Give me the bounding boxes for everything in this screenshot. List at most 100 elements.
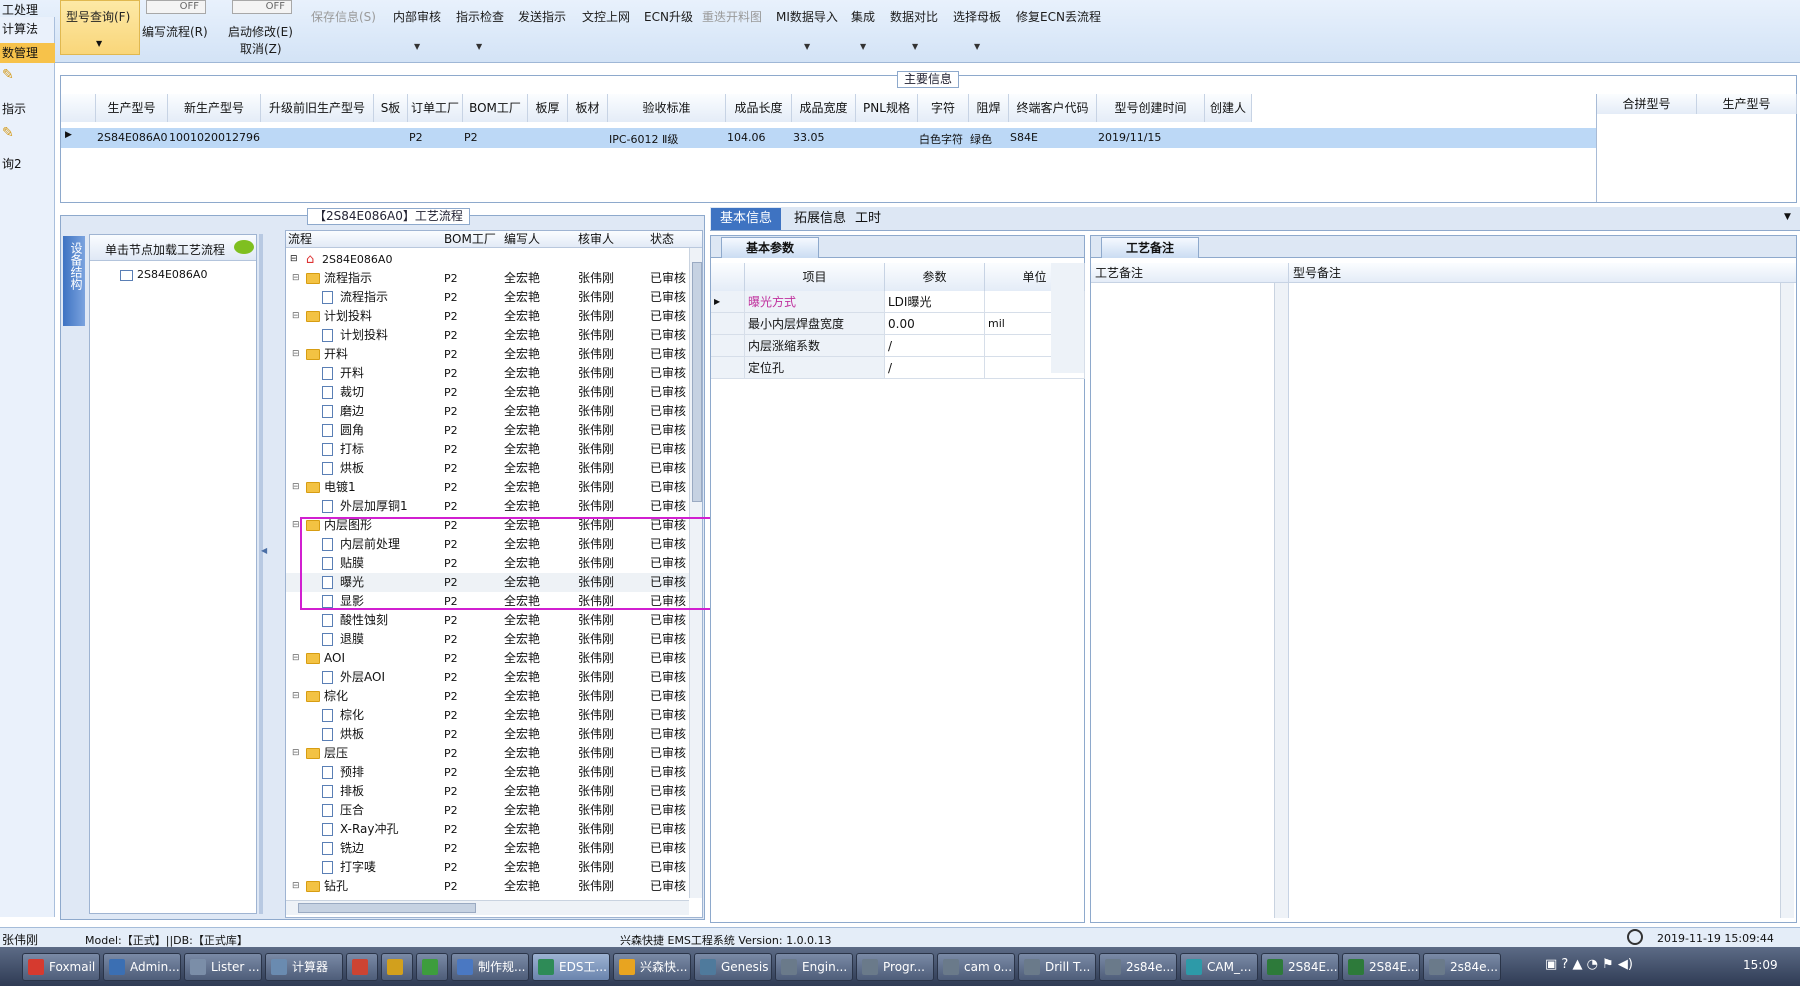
expand-toggle-icon[interactable]: ⊟ xyxy=(292,744,300,763)
tree-row[interactable]: X-Ray冲孔 P2 全宏艳 张伟刚 已审核 xyxy=(286,820,696,839)
taskbar-item[interactable]: 2S84E... xyxy=(1342,953,1420,981)
taskbar-item[interactable] xyxy=(416,953,448,981)
tree-row[interactable]: 打字唛 P2 全宏艳 张伟刚 已审核 xyxy=(286,858,696,877)
taskbar-item[interactable]: Genesis xyxy=(694,953,772,981)
tree-row[interactable]: 铣边 P2 全宏艳 张伟刚 已审核 xyxy=(286,839,696,858)
select-mother-board-button[interactable]: 选择母板 xyxy=(953,8,1001,25)
nav-item[interactable]: 指示 xyxy=(0,99,55,119)
internal-review-button[interactable]: 内部审核 xyxy=(393,8,441,25)
chevron-down-icon[interactable]: ▼ xyxy=(912,42,918,51)
nav-item[interactable]: 工处理 xyxy=(0,0,55,20)
tree-row[interactable]: ⊟ 棕化 P2 全宏艳 张伟刚 已审核 xyxy=(286,687,696,706)
tree-row[interactable]: 压合 P2 全宏艳 张伟刚 已审核 xyxy=(286,801,696,820)
main-col-header[interactable]: BOM工厂 xyxy=(463,94,528,122)
tree-row[interactable]: ⊟ 钻孔 P2 全宏艳 张伟刚 已审核 xyxy=(286,877,696,896)
main-col-header[interactable]: PNL规格 xyxy=(856,94,918,122)
tab-basic-info[interactable]: 基本信息 xyxy=(711,208,782,230)
chevron-down-icon[interactable]: ▼ xyxy=(804,42,810,51)
taskbar-item[interactable]: 2s84e... xyxy=(1423,953,1501,981)
tree-row[interactable]: 棕化 P2 全宏艳 张伟刚 已审核 xyxy=(286,706,696,725)
taskbar-item[interactable]: CAM_... xyxy=(1180,953,1258,981)
model-query-button[interactable]: 型号查询(F) ▼ xyxy=(60,0,140,55)
taskbar-item[interactable]: Progr... xyxy=(856,953,934,981)
ecn-upgrade-button[interactable]: ECN升级 xyxy=(644,8,693,25)
chevron-down-icon[interactable]: ▼ xyxy=(414,42,420,51)
main-col-header[interactable]: 生产型号 xyxy=(96,94,168,122)
tree-row[interactable]: 圆角 P2 全宏艳 张伟刚 已审核 xyxy=(286,421,696,440)
main-col-header[interactable]: S板 xyxy=(374,94,408,122)
taskbar-item[interactable]: Lister ... xyxy=(184,953,262,981)
main-col-header[interactable]: 订单工厂 xyxy=(408,94,463,122)
toggle-write-flow[interactable]: OFF xyxy=(146,0,206,14)
main-col-header[interactable]: 阻焊 xyxy=(969,94,1009,122)
splitter[interactable] xyxy=(259,234,263,914)
tree-row[interactable]: 预排 P2 全宏艳 张伟刚 已审核 xyxy=(286,763,696,782)
nav-item[interactable]: 询2 xyxy=(0,154,55,174)
vertical-scrollbar[interactable] xyxy=(1274,283,1288,918)
tree-row[interactable]: 烘板 P2 全宏艳 张伟刚 已审核 xyxy=(286,725,696,744)
tab-basic-params[interactable]: 基本参数 xyxy=(721,237,819,258)
taskbar-item[interactable]: 2S84E... xyxy=(1261,953,1339,981)
save-info-button[interactable]: 保存信息(S) xyxy=(311,8,376,25)
publish-doc-button[interactable]: 文控上网 xyxy=(582,8,630,25)
taskbar-item[interactable] xyxy=(381,953,413,981)
tree-row[interactable]: ⊟ 计划投料 P2 全宏艳 张伟刚 已审核 xyxy=(286,307,696,326)
tree-row[interactable]: 打标 P2 全宏艳 张伟刚 已审核 xyxy=(286,440,696,459)
chevron-down-icon[interactable]: ▼ xyxy=(860,42,866,51)
expand-toggle-icon[interactable]: ⊟ xyxy=(292,516,300,535)
tree-row[interactable]: ⊟ 流程指示 P2 全宏艳 张伟刚 已审核 xyxy=(286,269,696,288)
start-edit-button[interactable]: 启动修改(E) xyxy=(228,23,293,40)
taskbar-item[interactable]: Engin... xyxy=(775,953,853,981)
toggle-start-edit[interactable]: OFF xyxy=(232,0,292,14)
tree-row[interactable]: 裁切 P2 全宏艳 张伟刚 已审核 xyxy=(286,383,696,402)
tab-work-hours[interactable]: 工时 xyxy=(846,208,890,230)
expand-toggle-icon[interactable]: ⊟ xyxy=(292,269,300,288)
repair-ecn-button[interactable]: 修复ECN丢流程 xyxy=(1016,8,1101,25)
tree-row[interactable]: 外层加厚铜1 P2 全宏艳 张伟刚 已审核 xyxy=(286,497,696,516)
param-value[interactable]: LDI曝光 xyxy=(885,291,985,313)
tree-row[interactable]: 退膜 P2 全宏艳 张伟刚 已审核 xyxy=(286,630,696,649)
integrate-button[interactable]: 集成 xyxy=(851,8,875,25)
model-remark-textarea[interactable] xyxy=(1290,283,1796,918)
taskbar-item[interactable]: 计算器 xyxy=(265,953,343,981)
main-col-header[interactable]: 字符 xyxy=(918,94,969,122)
expand-toggle-icon[interactable]: ⊟ xyxy=(292,877,300,896)
send-instruction-button[interactable]: 发送指示 xyxy=(518,8,566,25)
main-col-header[interactable]: 验收标准 xyxy=(608,94,726,122)
main-col-header[interactable]: 创建人 xyxy=(1205,94,1252,122)
expand-toggle-icon[interactable]: ⊟ xyxy=(292,345,300,364)
overlap-cut-button[interactable]: 重迭开料图 xyxy=(702,8,762,25)
chevron-down-icon[interactable]: ▼ xyxy=(1784,212,1791,222)
main-col-header[interactable]: 型号创建时间 xyxy=(1097,94,1205,122)
main-col-header[interactable]: 成品宽度 xyxy=(792,94,856,122)
taskbar-item[interactable]: EDS工... xyxy=(532,953,610,981)
main-col-header[interactable]: 成品长度 xyxy=(726,94,792,122)
nav-item-selected[interactable]: 数管理 xyxy=(0,43,55,63)
taskbar-item[interactable]: 2s84e... xyxy=(1099,953,1177,981)
data-compare-button[interactable]: 数据对比 xyxy=(890,8,938,25)
scroll-thumb[interactable] xyxy=(692,262,702,502)
taskbar-item[interactable]: Foxmail xyxy=(22,953,100,981)
table-row[interactable]: ▶ 2S84E086A0 10010200127968 P2 P2 IPC-6012 Ⅱ… xyxy=(61,128,1596,148)
node-item[interactable]: 2S84E086A0 xyxy=(120,268,207,281)
taskbar-item[interactable]: 制作规... xyxy=(451,953,529,981)
tree-row[interactable]: 酸性蚀刻 P2 全宏艳 张伟刚 已审核 xyxy=(286,611,696,630)
expand-toggle-icon[interactable]: ⊟ xyxy=(292,478,300,497)
main-col-header[interactable]: 板厚 xyxy=(528,94,568,122)
expand-toggle-icon[interactable]: ⊟ xyxy=(292,649,300,668)
tree-root[interactable]: ⊟ ⌂ 2S84E086A0 xyxy=(286,250,696,269)
scroll-thumb[interactable] xyxy=(298,903,476,913)
expand-toggle-icon[interactable]: ⊟ xyxy=(292,687,300,706)
tree-row[interactable]: 外层AOI P2 全宏艳 张伟刚 已审核 xyxy=(286,668,696,687)
taskbar-item[interactable]: 兴森快... xyxy=(613,953,691,981)
tree-row[interactable]: ⊟ 电镀1 P2 全宏艳 张伟刚 已审核 xyxy=(286,478,696,497)
chevron-down-icon[interactable]: ▼ xyxy=(974,42,980,51)
tree-row[interactable]: 开料 P2 全宏艳 张伟刚 已审核 xyxy=(286,364,696,383)
taskbar-item[interactable]: Drill T... xyxy=(1018,953,1096,981)
process-remark-textarea[interactable] xyxy=(1091,283,1289,918)
write-flow-button[interactable]: 编写流程(R) xyxy=(142,23,208,40)
cancel-button[interactable]: 取消(Z) xyxy=(240,40,282,57)
tree-row[interactable]: 烘板 P2 全宏艳 张伟刚 已审核 xyxy=(286,459,696,478)
tree-row[interactable]: ⊟ AOI P2 全宏艳 张伟刚 已审核 xyxy=(286,649,696,668)
main-col-header[interactable]: 终端客户代码 xyxy=(1009,94,1097,122)
